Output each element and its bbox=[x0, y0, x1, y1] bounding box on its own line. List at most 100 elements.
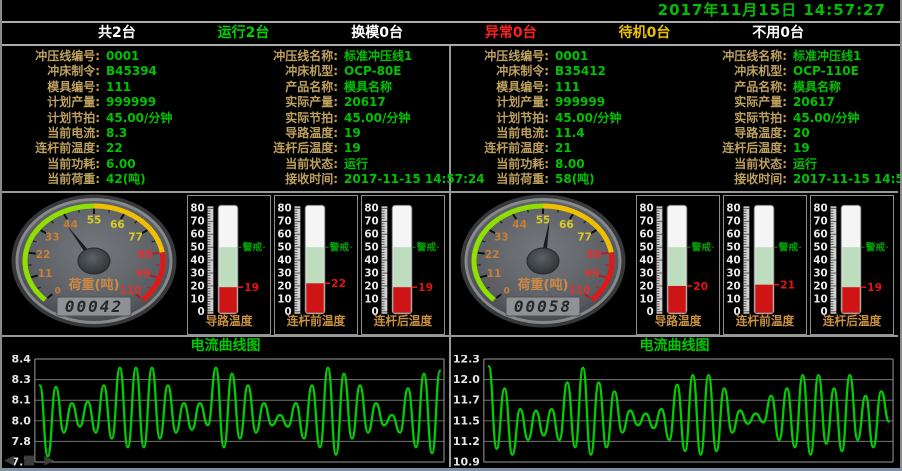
info-row: 冲压线编号:0001 bbox=[457, 49, 683, 64]
chart-ytick: 11.7 bbox=[453, 394, 480, 407]
thermometer-svg: 01020304050607080警戒19导路温度 bbox=[188, 196, 270, 330]
info-row: 当前状态:运行 bbox=[234, 157, 485, 172]
field-value: 45.00/分钟 bbox=[344, 111, 410, 126]
gauge-scale-number: 66 bbox=[559, 219, 574, 231]
info-row: 计划节拍:45.00/分钟 bbox=[457, 111, 683, 126]
thermo-scale-number: 80 bbox=[364, 203, 378, 215]
field-label: 计划产量: bbox=[8, 95, 106, 110]
info-row: 冲压线名称:标准冲压线1 bbox=[683, 49, 902, 64]
scroll-left-icon[interactable]: ◀ bbox=[4, 454, 14, 467]
field-label: 当前荷重: bbox=[457, 172, 555, 187]
thermo-value: 20 bbox=[693, 280, 708, 293]
field-label: 冲床机型: bbox=[234, 64, 344, 79]
thermo-scale-number: 40 bbox=[277, 254, 291, 266]
press-line-panel-1: 冲压线编号:0001冲床制令:B45394模具编号:111计划产量:999999… bbox=[2, 46, 451, 467]
status-total: 共2台 bbox=[98, 23, 136, 44]
info-row: 冲压线名称:标准冲压线1 bbox=[234, 49, 485, 64]
thermo-scale-number: 60 bbox=[726, 229, 740, 241]
load-gauge: 0112233445566778899110荷重(吨)00058 bbox=[453, 193, 633, 335]
thermo-warn-label: 警戒 bbox=[329, 241, 350, 254]
field-label: 导路温度: bbox=[234, 126, 344, 141]
thermo-scale-number: 50 bbox=[277, 242, 291, 254]
field-label: 冲床机型: bbox=[683, 64, 793, 79]
thermo-rod-front-temp: 01020304050607080警戒22连杆前温度 bbox=[274, 195, 358, 335]
date-bar: 2017年11月15日 14:57:27 bbox=[2, 0, 900, 21]
info-row: 当前功耗:6.00 bbox=[8, 157, 234, 172]
field-label: 连杆前温度: bbox=[457, 141, 555, 156]
thermometers: 01020304050607080警戒19导路温度010203040506070… bbox=[184, 195, 445, 335]
thermo-fill bbox=[842, 287, 860, 313]
info-row: 实际产量:20617 bbox=[234, 95, 485, 110]
field-value: 19 bbox=[344, 126, 361, 141]
field-value: 42(吨) bbox=[106, 172, 146, 187]
info-row: 连杆后温度:19 bbox=[683, 141, 902, 156]
info-row: 计划节拍:45.00/分钟 bbox=[8, 111, 234, 126]
field-label: 实际节拍: bbox=[234, 111, 344, 126]
thermo-scale-number: 30 bbox=[813, 267, 827, 279]
meters-row: 0112233445566778899110荷重(吨)00042 0102030… bbox=[2, 193, 449, 337]
chart-series-line bbox=[40, 368, 440, 456]
thermo-scale-number: 20 bbox=[639, 280, 653, 292]
thermo-scale-number: 70 bbox=[639, 216, 653, 228]
thermo-rod-front-temp: 01020304050607080警戒21连杆前温度 bbox=[723, 195, 807, 335]
press-line-panel-2: 冲压线编号:0001冲床制令:B35412模具编号:111计划产量:999999… bbox=[451, 46, 898, 467]
field-value: 19 bbox=[344, 141, 361, 156]
field-label: 当前电流: bbox=[8, 126, 106, 141]
thermo-label: 连杆后温度 bbox=[374, 314, 433, 328]
thermo-fill bbox=[668, 286, 686, 313]
scroll-right-icon[interactable]: ▶ bbox=[44, 454, 54, 467]
thermo-warn-label: 警戒 bbox=[416, 241, 437, 254]
info-row: 当前荷重:42(吨) bbox=[8, 172, 234, 187]
thermo-scale-number: 0 bbox=[646, 306, 653, 318]
thermo-scale-number: 10 bbox=[726, 293, 740, 305]
thermo-rod-rear-temp: 01020304050607080警戒19连杆后温度 bbox=[810, 195, 894, 335]
chart-svg: 8.48.38.18.07.87.7 bbox=[2, 355, 449, 467]
gauge-scale-number: 99 bbox=[136, 268, 151, 280]
field-label: 当前电流: bbox=[457, 126, 555, 141]
gauge-scale-number: 55 bbox=[87, 215, 102, 227]
thermo-scale-number: 20 bbox=[364, 280, 378, 292]
field-label: 冲床制令: bbox=[8, 64, 106, 79]
gauge-scale-number: 33 bbox=[494, 231, 509, 243]
field-value: 111 bbox=[555, 80, 580, 95]
chart-ytick: 8.4 bbox=[11, 355, 31, 365]
thermo-scale-number: 10 bbox=[639, 293, 653, 305]
field-value: 45.00/分钟 bbox=[793, 111, 859, 126]
status-bar: 共2台运行2台换模0台异常0台待机0台不用0台 bbox=[2, 23, 900, 44]
chart-ytick: 8.1 bbox=[11, 394, 30, 407]
thermo-rod-rear-temp: 01020304050607080警戒19连杆后温度 bbox=[361, 195, 445, 335]
field-value: B45394 bbox=[106, 64, 157, 79]
field-label: 当前荷重: bbox=[8, 172, 106, 187]
thermometer-svg: 01020304050607080警戒22连杆前温度 bbox=[275, 196, 357, 330]
field-label: 计划节拍: bbox=[8, 111, 106, 126]
info-row: 产品名称:模具名称 bbox=[683, 80, 902, 95]
datetime-text: 2017年11月15日 14:57:27 bbox=[658, 1, 886, 19]
field-label: 当前状态: bbox=[683, 157, 793, 172]
gauge-scale-number: 44 bbox=[63, 219, 78, 231]
info-row: 实际产量:20617 bbox=[683, 95, 902, 110]
field-value: OCP-80E bbox=[344, 64, 401, 79]
gauge-hub bbox=[527, 248, 559, 274]
field-label: 当前功耗: bbox=[8, 157, 106, 172]
thermo-fill bbox=[755, 285, 773, 313]
gauge-scale-number: 110 bbox=[119, 285, 141, 297]
chart-plot: 8.48.38.18.07.87.7 bbox=[2, 355, 449, 467]
thermo-scale-number: 40 bbox=[639, 254, 653, 266]
field-label: 接收时间: bbox=[683, 172, 793, 187]
thermo-label: 导路温度 bbox=[655, 314, 702, 328]
status-unused: 不用0台 bbox=[752, 23, 804, 44]
gauge-scale-number: 55 bbox=[536, 215, 551, 227]
thermo-label: 连杆前温度 bbox=[736, 314, 795, 328]
field-label: 计划节拍: bbox=[457, 111, 555, 126]
thermo-scale-number: 70 bbox=[277, 216, 291, 228]
page-icon[interactable]: ■ bbox=[23, 454, 35, 467]
thermo-scale-number: 20 bbox=[190, 280, 204, 292]
gauge-scale-number: 22 bbox=[485, 249, 500, 261]
info-row: 模具编号:111 bbox=[457, 80, 683, 95]
thermo-scale-number: 40 bbox=[813, 254, 827, 266]
field-value: 58(吨) bbox=[555, 172, 595, 187]
field-label: 导路温度: bbox=[683, 126, 793, 141]
field-label: 连杆后温度: bbox=[683, 141, 793, 156]
gauge-scale-number: 11 bbox=[38, 268, 53, 280]
info-column-right: 冲压线名称:标准冲压线1冲床机型:OCP-110E产品名称:模具名称实际产量:2… bbox=[683, 49, 902, 191]
